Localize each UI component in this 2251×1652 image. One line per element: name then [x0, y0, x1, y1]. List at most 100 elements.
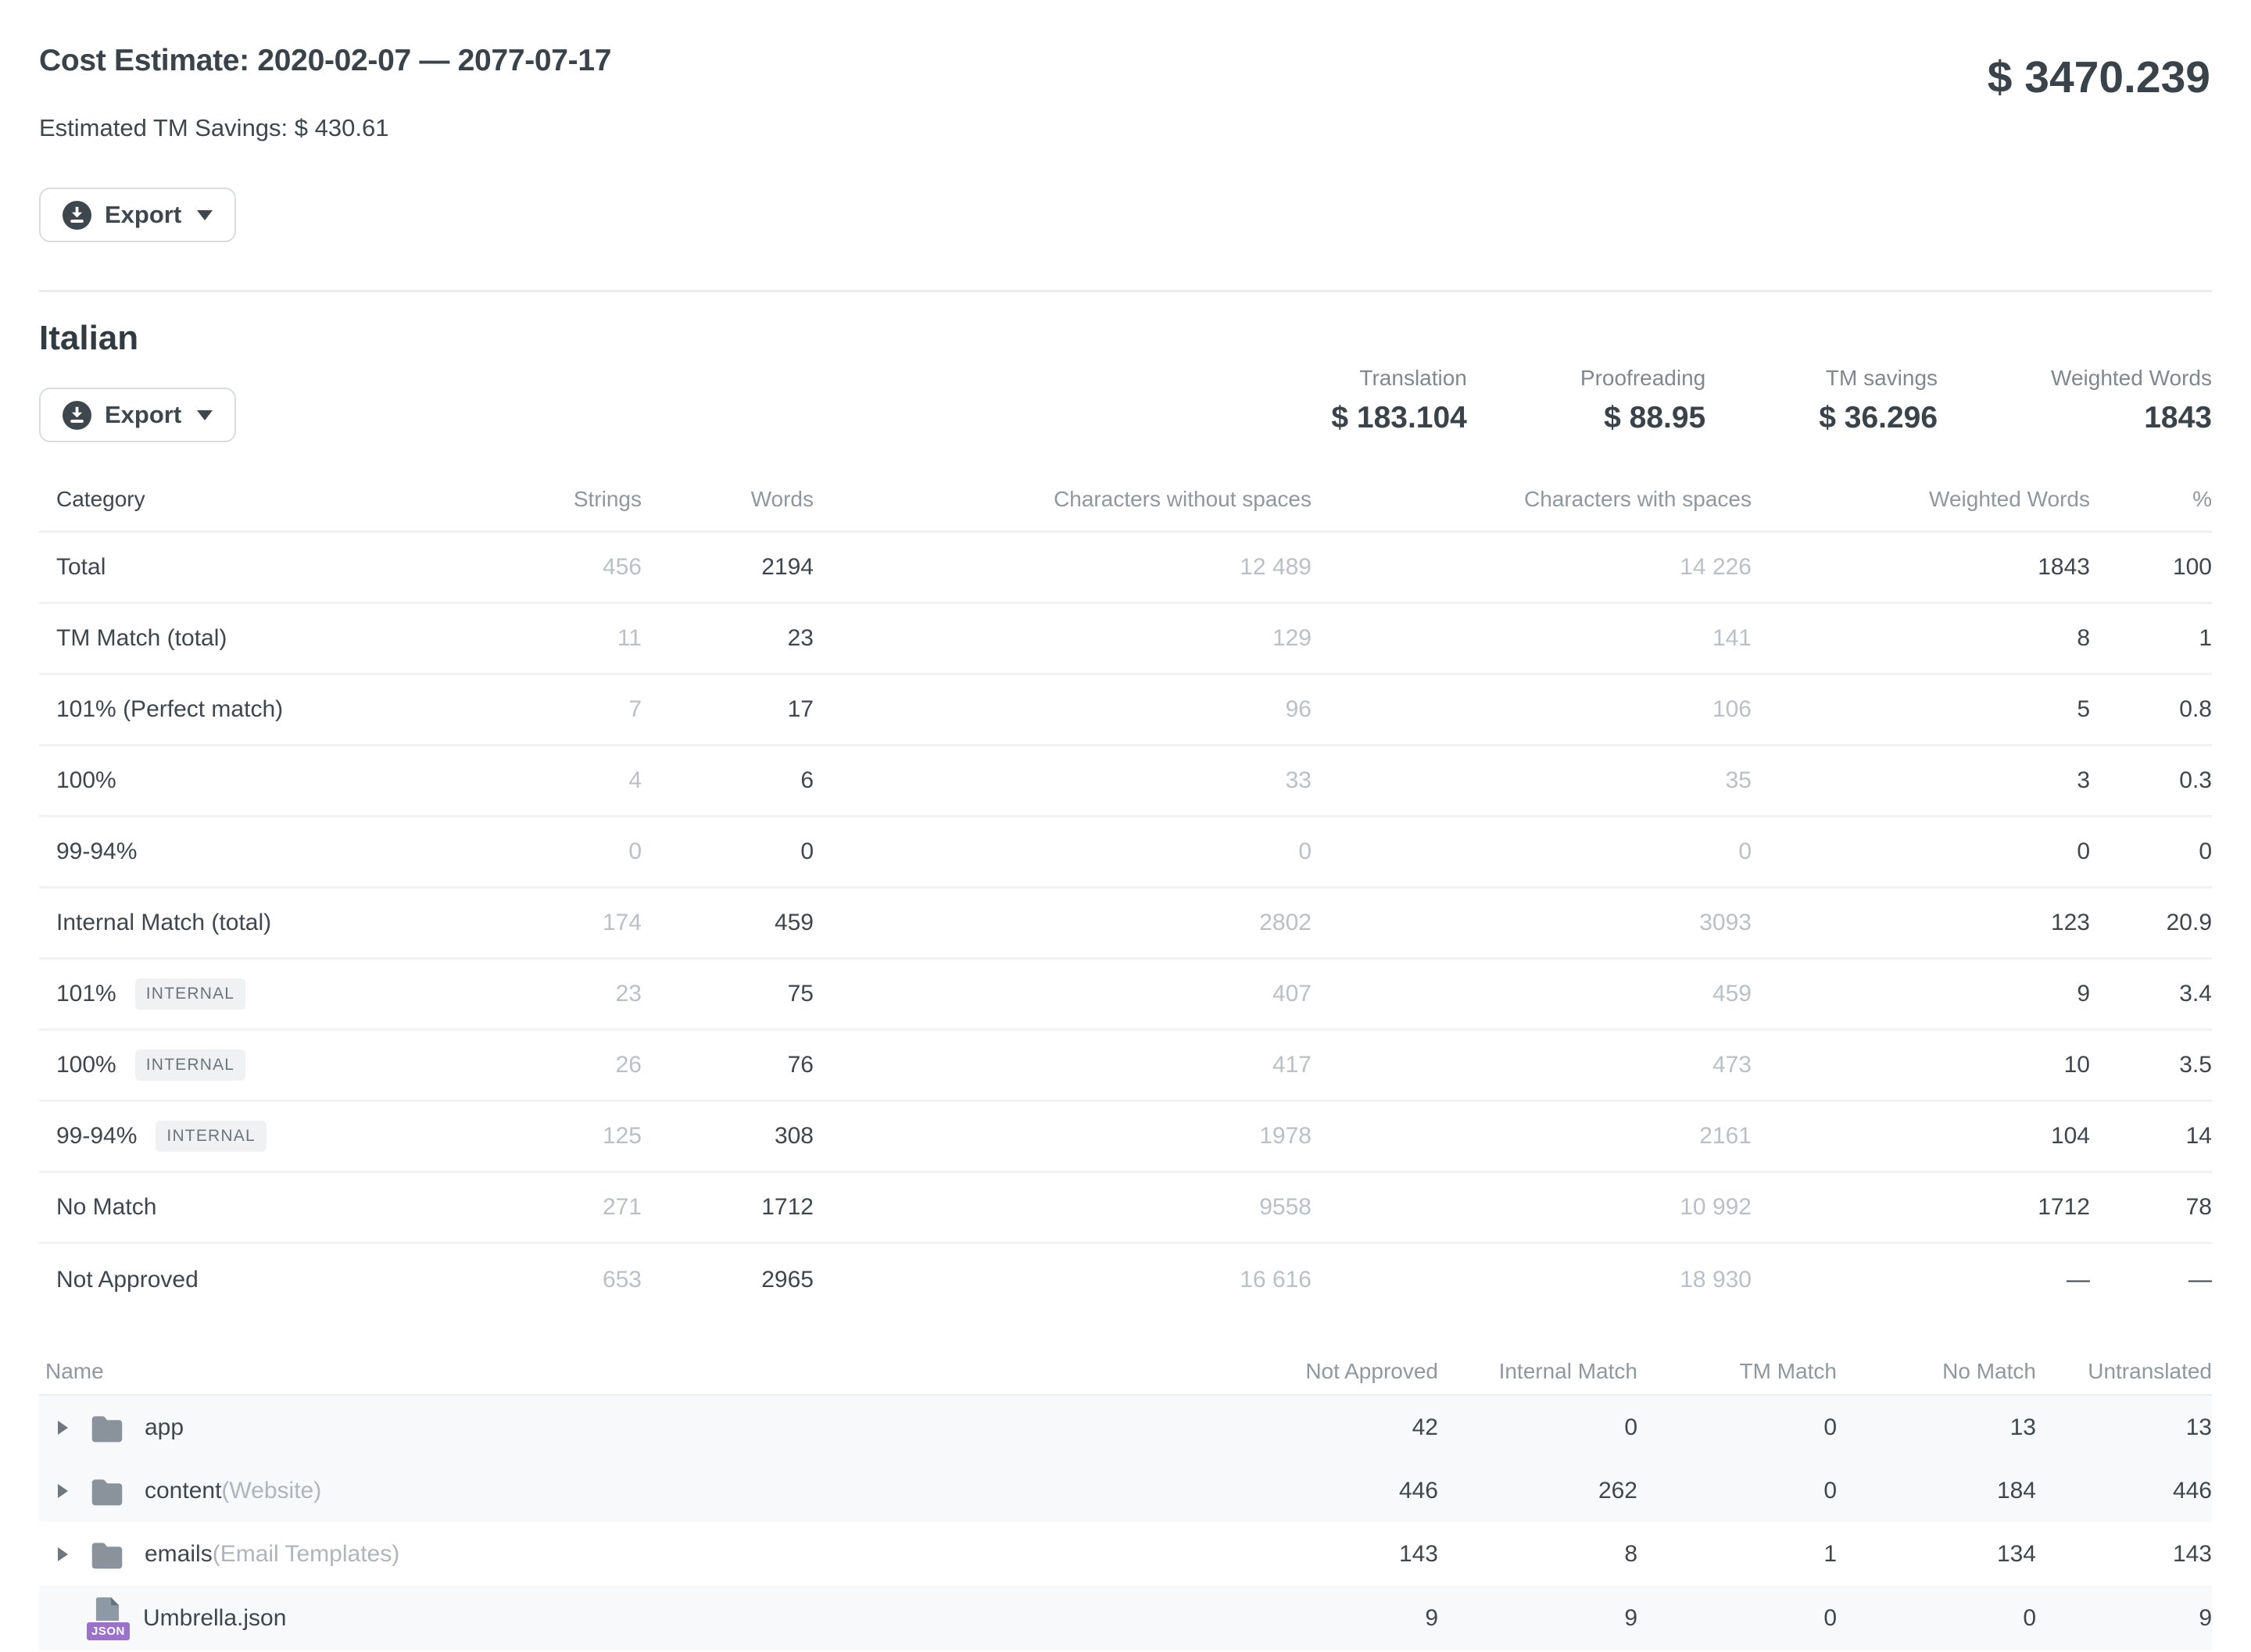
value-cell: 35: [1312, 746, 1752, 815]
value-cell: 9558: [814, 1173, 1312, 1242]
cost-table-header: CategoryStringsWordsCharacters without s…: [39, 467, 2212, 533]
files-table-header: NameNot ApprovedInternal MatchTM MatchNo…: [39, 1349, 2212, 1396]
json-badge: JSON: [85, 1621, 131, 1642]
value-cell: 134: [1837, 1522, 2036, 1586]
value-cell: 459: [642, 889, 814, 957]
value-cell: 3.5: [2090, 1031, 2212, 1100]
chevron-down-icon: [197, 210, 213, 220]
category-label: 101% (Perfect match): [56, 696, 283, 723]
column-header: Words: [642, 467, 814, 531]
file-row[interactable]: emails(Email Templates)14381134143: [39, 1522, 2212, 1586]
stat-value: $ 183.104: [1331, 401, 1467, 435]
files-table-body: app42001313content(Website)4462620184446…: [39, 1396, 2212, 1650]
value-cell: 308: [642, 1102, 814, 1171]
value-cell: 11: [477, 604, 642, 673]
value-cell: 0.3: [2090, 746, 2212, 815]
value-cell: 0: [1637, 1586, 1837, 1650]
internal-badge: INTERNAL: [156, 1121, 266, 1152]
value-cell: 141: [1312, 604, 1752, 673]
file-name: Umbrella.json: [143, 1605, 286, 1632]
value-cell: 3093: [1312, 889, 1752, 957]
value-cell: 3: [1752, 746, 2090, 815]
expand-arrow-icon[interactable]: [58, 1547, 68, 1561]
file-name-cell: app: [39, 1396, 1239, 1459]
section-divider: [39, 290, 2212, 292]
value-cell: 9: [1752, 960, 2090, 1028]
category-label: 99-94%: [56, 839, 137, 865]
estimated-tm-savings: Estimated TM Savings: $ 430.61: [39, 114, 388, 142]
category-cell: 99-94%: [39, 817, 477, 886]
stat-block: TM savings$ 36.296: [1819, 366, 1938, 435]
value-cell: 123: [1752, 889, 2090, 957]
value-cell: 23: [642, 604, 814, 673]
value-cell: 6: [642, 746, 814, 815]
value-cell: 3.4: [2090, 960, 2212, 1028]
column-header: No Match: [1837, 1349, 2036, 1394]
file-row[interactable]: content(Website)4462620184446: [39, 1459, 2212, 1522]
category-label: Total: [56, 554, 106, 581]
category-label: No Match: [56, 1194, 156, 1221]
cost-breakdown-table: CategoryStringsWordsCharacters without s…: [39, 467, 2212, 1315]
export-button-label: Export: [105, 401, 181, 429]
category-cell: TM Match (total): [39, 604, 477, 673]
export-button[interactable]: Export: [39, 188, 236, 242]
value-cell: 143: [2036, 1522, 2212, 1586]
value-cell: —: [2090, 1244, 2212, 1315]
file-row[interactable]: JSONUmbrella.json99009: [39, 1586, 2212, 1650]
value-cell: 1712: [1752, 1173, 2090, 1242]
value-cell: 0.8: [2090, 675, 2212, 744]
expand-arrow-icon[interactable]: [58, 1421, 68, 1435]
value-cell: 0: [1438, 1396, 1637, 1459]
stat-label: Translation: [1331, 366, 1467, 391]
value-cell: 20.9: [2090, 889, 2212, 957]
table-row: TM Match (total)112312914181: [39, 604, 2212, 675]
column-header: Internal Match: [1438, 1349, 1637, 1394]
value-cell: 143: [1239, 1522, 1438, 1586]
value-cell: 459: [1312, 960, 1752, 1028]
file-name-suffix: (Website): [221, 1478, 321, 1504]
column-header: TM Match: [1637, 1349, 1837, 1394]
value-cell: 75: [642, 960, 814, 1028]
column-header: Category: [39, 467, 477, 531]
column-header: Strings: [477, 467, 642, 531]
value-cell: 8: [1752, 604, 2090, 673]
category-label: 101%: [56, 981, 116, 1007]
value-cell: 42: [1239, 1396, 1438, 1459]
expand-arrow-icon[interactable]: [58, 1484, 68, 1498]
value-cell: 125: [477, 1102, 642, 1171]
file-name-cell: content(Website): [39, 1459, 1239, 1522]
table-row: Not Approved653296516 61618 930——: [39, 1244, 2212, 1315]
value-cell: 16 616: [814, 1244, 1312, 1315]
language-export-button[interactable]: Export: [39, 388, 236, 442]
file-row[interactable]: app42001313: [39, 1396, 2212, 1459]
table-row: 101%INTERNAL237540745993.4: [39, 960, 2212, 1031]
download-icon: [63, 201, 91, 230]
value-cell: 14 226: [1312, 533, 1752, 602]
stat-label: TM savings: [1819, 366, 1938, 391]
stat-label: Weighted Words: [2051, 366, 2212, 391]
category-label: TM Match (total): [56, 625, 227, 652]
value-cell: 26: [477, 1031, 642, 1100]
value-cell: 0: [2090, 817, 2212, 886]
value-cell: 2965: [642, 1244, 814, 1315]
total-cost: $ 3470.239: [1988, 52, 2210, 103]
table-row: 101% (Perfect match)7179610650.8: [39, 675, 2212, 746]
folder-icon: [90, 1413, 124, 1443]
files-table: NameNot ApprovedInternal MatchTM MatchNo…: [39, 1349, 2212, 1650]
value-cell: 96: [814, 675, 1312, 744]
value-cell: 1843: [1752, 533, 2090, 602]
internal-badge: INTERNAL: [135, 978, 245, 1010]
category-label: 100%: [56, 1052, 116, 1078]
stat-label: Proofreading: [1580, 366, 1705, 391]
category-cell: 101% (Perfect match): [39, 675, 477, 744]
table-row: 100%INTERNAL2676417473103.5: [39, 1031, 2212, 1102]
value-cell: 14: [2090, 1102, 2212, 1171]
value-cell: 1: [1637, 1522, 1837, 1586]
column-header: Untranslated: [2036, 1349, 2212, 1394]
value-cell: 0: [1312, 817, 1752, 886]
value-cell: 0: [1752, 817, 2090, 886]
language-title: Italian: [39, 319, 138, 358]
value-cell: 653: [477, 1244, 642, 1315]
value-cell: 446: [2036, 1459, 2212, 1522]
column-header: Not Approved: [1239, 1349, 1438, 1394]
